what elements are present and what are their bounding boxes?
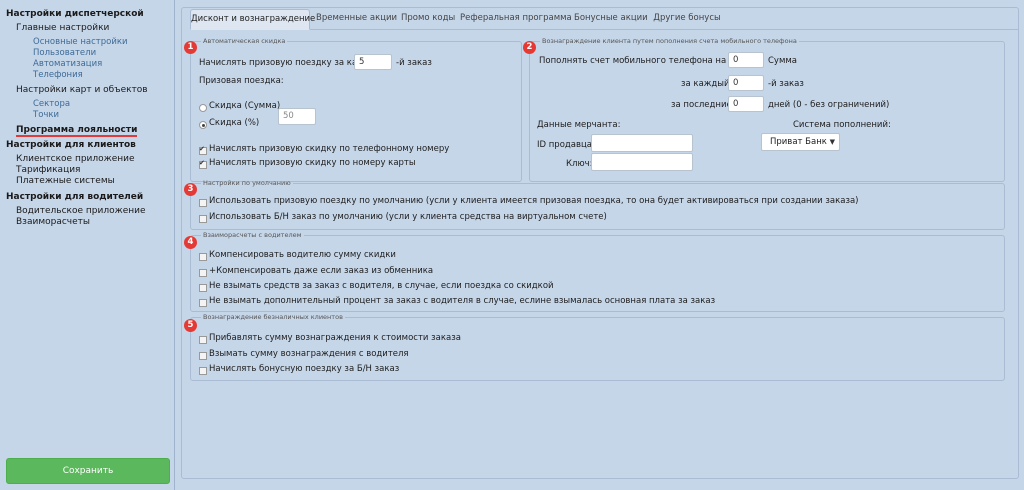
by-card-checkbox[interactable] xyxy=(199,159,207,169)
bonus-trip-label: Начислять бонусную поездку за Б/Н заказ xyxy=(209,364,400,374)
compensate-checkbox[interactable] xyxy=(199,253,207,261)
bonus-trip-checkbox[interactable] xyxy=(199,367,207,375)
sidebar-item-sectors[interactable]: Сектора xyxy=(33,99,70,109)
sidebar-item-client-settings[interactable]: Настройки для клиентов xyxy=(6,140,136,150)
reward-order-suffix: -й заказ xyxy=(768,79,804,89)
sidebar-item-users[interactable]: Пользователи xyxy=(33,48,96,58)
sidebar-item-payment-systems[interactable]: Платежные системы xyxy=(16,176,115,186)
sidebar-item-maps-objects[interactable]: Настройки карт и объектов xyxy=(16,85,148,95)
seller-id-input[interactable] xyxy=(591,134,693,152)
use-prize-label: Использовать призовую поездку по умолчан… xyxy=(209,196,859,206)
compensate-label: Компенсировать водителю сумму скидки xyxy=(209,250,396,260)
charge-driver-checkbox[interactable] xyxy=(199,352,207,360)
add-reward-label: Прибавлять сумму вознаграждения к стоимо… xyxy=(209,333,461,343)
save-button[interactable]: Сохранить xyxy=(6,458,170,484)
sidebar-item-telephony[interactable]: Телефония xyxy=(33,70,83,80)
use-prize-checkbox[interactable] xyxy=(199,199,207,207)
sidebar-item-loyalty[interactable]: Программа лояльности xyxy=(16,125,138,137)
no-extra-checkbox[interactable] xyxy=(199,299,207,307)
sidebar-item-automation[interactable]: Автоматизация xyxy=(33,59,102,69)
reward-last-input[interactable]: 0 xyxy=(728,96,764,112)
compensate-exchanger-label: +Компенсировать даже если заказ из обмен… xyxy=(209,266,434,276)
sidebar-item-dispatcher-settings[interactable]: Настройки диспетчерской xyxy=(6,9,144,19)
reward-every-label: за каждый xyxy=(681,79,730,89)
topup-input[interactable]: 0 xyxy=(728,52,764,68)
by-phone-checkbox[interactable] xyxy=(199,145,207,155)
tab-promo-codes[interactable]: Промо коды xyxy=(401,9,455,28)
key-input[interactable] xyxy=(591,153,693,171)
settlements-legend: Взаиморасчеты с водителем xyxy=(203,231,302,239)
reward-days-suffix: дней (0 - без ограничений) xyxy=(768,100,890,110)
reward-last-label: за последние xyxy=(671,100,732,110)
tab-referral-program[interactable]: Реферальная программа xyxy=(460,9,572,28)
step-badge-1: 1 xyxy=(184,41,197,54)
by-phone-label: Начислять призовую скидку по телефонному… xyxy=(209,144,450,154)
prize-every-input[interactable]: 5 xyxy=(354,54,392,70)
prize-order-suffix: -й заказ xyxy=(396,58,432,68)
reward-every-input[interactable]: 0 xyxy=(728,75,764,91)
by-card-label: Начислять призовую скидку по номеру карт… xyxy=(209,158,416,168)
tab-discount-reward[interactable]: Дисконт и вознаграждение xyxy=(190,9,315,30)
add-reward-checkbox[interactable] xyxy=(199,336,207,344)
no-extra-label: Не взымать дополнительный процент за зак… xyxy=(209,296,716,306)
topup-system-value: Приват Банк xyxy=(770,137,827,147)
use-cashless-label: Использовать Б/Н заказ по умолчанию (усл… xyxy=(209,212,607,222)
step-badge-4: 4 xyxy=(184,236,197,249)
step-badge-5: 5 xyxy=(184,319,197,332)
prize-trip-label: Призовая поездка: xyxy=(199,76,284,86)
step-badge-3: 3 xyxy=(184,183,197,196)
auto-discount-legend: Автоматическая скидка xyxy=(203,37,286,45)
tab-bonus-promotions[interactable]: Бонусные акции xyxy=(574,9,648,28)
sidebar-item-tariff[interactable]: Тарификация xyxy=(16,165,80,175)
topup-label: Пополнять счет мобильного телефона на су… xyxy=(539,56,757,66)
tab-temporary-promotions[interactable]: Временные акции xyxy=(316,9,397,28)
sidebar-item-settlements[interactable]: Взаиморасчеты xyxy=(16,217,90,227)
key-label: Ключ: xyxy=(566,159,593,169)
defaults-legend: Настройки по умолчанию xyxy=(203,179,291,187)
step-badge-2: 2 xyxy=(523,41,536,54)
tab-bar: Дисконт и вознаграждение Временные акции… xyxy=(190,9,1018,30)
sidebar-item-driver-settings[interactable]: Настройки для водителей xyxy=(6,192,143,202)
chevron-down-icon: ▼ xyxy=(829,138,835,146)
sidebar: Настройки диспетчерской Главные настройк… xyxy=(0,0,175,490)
no-charge-label: Не взымать средств за заказ с водителя, … xyxy=(209,281,554,291)
compensate-exchanger-checkbox[interactable] xyxy=(199,269,207,277)
cashless-legend: Вознаграждение безналичных клиентов xyxy=(203,313,343,321)
use-cashless-checkbox[interactable] xyxy=(199,215,207,223)
sidebar-item-basic-settings[interactable]: Основные настройки xyxy=(33,37,128,47)
seller-id-label: ID продавца: xyxy=(537,140,595,150)
discount-percent-input[interactable]: 50 xyxy=(278,108,316,125)
discount-percent-radio[interactable] xyxy=(199,121,207,129)
topup-system-label: Система пополнений: xyxy=(793,120,891,130)
topup-sum-suffix: Сумма xyxy=(768,56,797,66)
charge-driver-label: Взымать сумму вознаграждения с водителя xyxy=(209,349,409,359)
discount-sum-label: Скидка (Сумма) xyxy=(209,101,281,111)
sidebar-item-main-settings[interactable]: Главные настройки xyxy=(16,23,109,33)
discount-sum-radio[interactable] xyxy=(199,104,207,112)
sidebar-item-driver-app[interactable]: Водительское приложение xyxy=(16,206,146,216)
main-panel: Дисконт и вознаграждение Временные акции… xyxy=(181,7,1019,479)
discount-percent-label: Скидка (%) xyxy=(209,118,260,128)
topup-system-select[interactable]: Приват Банк ▼ xyxy=(761,133,840,151)
tab-other-bonuses[interactable]: Другие бонусы xyxy=(653,9,721,28)
sidebar-item-client-app[interactable]: Клиентское приложение xyxy=(16,154,135,164)
mobile-reward-legend: Вознаграждение клиента путем пополнения … xyxy=(542,37,797,45)
no-charge-checkbox[interactable] xyxy=(199,284,207,292)
merchant-data-label: Данные мерчанта: xyxy=(537,120,621,130)
sidebar-item-points[interactable]: Точки xyxy=(33,110,59,120)
